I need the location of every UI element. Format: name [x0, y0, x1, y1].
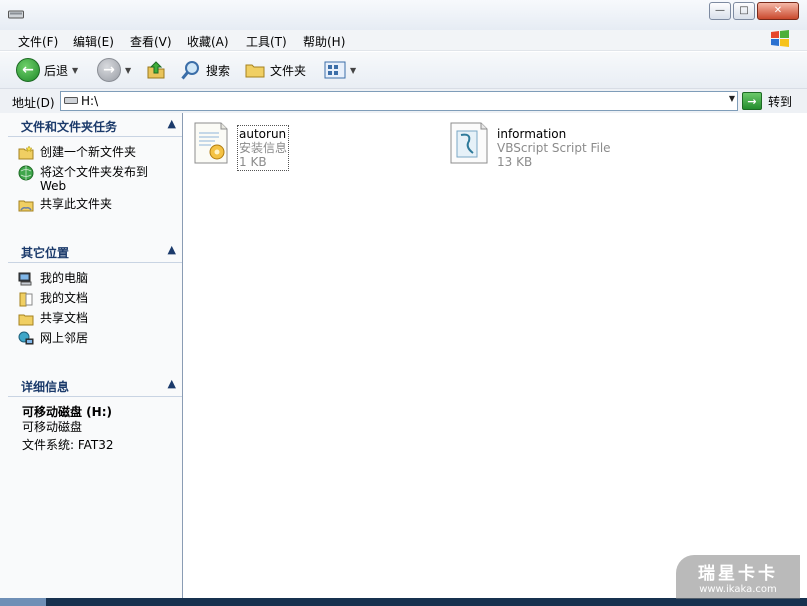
explorer-window: — □ ✕ 文件(F) 编辑(E) 查看(V) 收藏(A) 工具(T) 帮助(H… — [0, 0, 807, 598]
search-button[interactable]: 搜索 — [180, 58, 230, 82]
removable-drive-icon — [64, 97, 78, 104]
chevron-up-icon[interactable]: ▲ — [168, 117, 176, 130]
other-places-title: 其它位置 — [21, 246, 70, 260]
other-places-header[interactable]: 其它位置 ▲ — [8, 240, 182, 263]
vbscript-file-icon — [450, 122, 488, 164]
file-type: VBScript Script File — [497, 141, 611, 155]
task-new-folder[interactable]: 创建一个新文件夹 — [18, 145, 160, 161]
chevron-up-icon[interactable]: ▲ — [168, 377, 176, 390]
my-computer-icon — [18, 272, 32, 286]
details-drive-name: 可移动磁盘 (H:) — [22, 405, 112, 419]
place-label: 共享文档 — [40, 311, 89, 325]
close-button[interactable]: ✕ — [757, 2, 799, 20]
task-label: 共享此文件夹 — [40, 197, 113, 211]
back-arrow-icon: ← — [16, 58, 40, 82]
shared-documents-icon — [18, 314, 34, 326]
window-controls: — □ ✕ — [709, 2, 799, 20]
removable-drive-icon — [8, 10, 24, 19]
search-icon — [181, 61, 199, 80]
menu-bar: 文件(F) 编辑(E) 查看(V) 收藏(A) 工具(T) 帮助(H) — [0, 30, 807, 51]
file-tasks-header[interactable]: 文件和文件夹任务 ▲ — [8, 114, 182, 137]
menu-view[interactable]: 查看(V) — [130, 33, 172, 50]
task-label: 将这个文件夹发布到 Web — [40, 165, 149, 193]
file-size: 13 KB — [497, 155, 533, 169]
file-type: 安装信息 — [239, 141, 288, 155]
details-file-system: 文件系统: FAT32 — [22, 438, 114, 452]
place-label: 我的电脑 — [40, 271, 89, 285]
menu-file[interactable]: 文件(F) — [18, 33, 58, 50]
file-size: 1 KB — [239, 155, 267, 169]
task-pane: 文件和文件夹任务 ▲ 创建一个新文件夹 将这个文件夹发布到 Web 共享此文件夹… — [0, 113, 183, 598]
menu-tools[interactable]: 工具(T) — [246, 33, 287, 50]
taskbar-tab[interactable] — [0, 598, 46, 606]
place-shared-documents[interactable]: 共享文档 — [18, 311, 160, 327]
search-label: 搜索 — [206, 63, 231, 78]
address-label: 地址(D) — [12, 96, 55, 110]
menu-edit[interactable]: 编辑(E) — [73, 33, 114, 50]
place-my-computer[interactable]: 我的电脑 — [18, 271, 160, 287]
task-share-folder[interactable]: 共享此文件夹 — [18, 197, 160, 213]
folder-up-icon — [147, 61, 165, 79]
file-tasks-title: 文件和文件夹任务 — [21, 120, 118, 134]
go-arrow-icon: → — [742, 92, 762, 110]
back-label: 后退 — [44, 63, 69, 78]
place-label: 网上邻居 — [40, 331, 89, 345]
file-item-information[interactable]: information VBScript Script File 13 KB — [447, 119, 611, 169]
watermark-url: www.ikaka.com — [699, 584, 777, 595]
file-name: information — [497, 127, 567, 141]
chevron-down-icon[interactable]: ▼ — [72, 66, 78, 75]
views-grid-icon — [324, 61, 346, 79]
views-button[interactable]: ▼ — [324, 58, 356, 82]
go-label: 转到 — [768, 94, 793, 109]
file-tasks-section: 文件和文件夹任务 ▲ 创建一个新文件夹 将这个文件夹发布到 Web 共享此文件夹 — [8, 114, 182, 234]
toolbar: ← 后退 ▼ → ▼ 搜索 文件夹 ▼ — [0, 52, 807, 89]
forward-button[interactable]: → ▼ — [97, 58, 131, 82]
setup-info-file-icon — [194, 122, 228, 164]
place-my-documents[interactable]: 我的文档 — [18, 291, 160, 307]
desktop-taskbar-strip — [0, 598, 807, 606]
chevron-up-icon[interactable]: ▲ — [168, 243, 176, 256]
address-value: H:\ — [81, 94, 99, 108]
chevron-down-icon[interactable]: ▼ — [350, 66, 356, 75]
chevron-down-icon[interactable]: ▼ — [125, 66, 131, 75]
file-label-autorun: autorun 安装信息 1 KB — [236, 125, 290, 171]
file-label-information: information VBScript Script File 13 KB — [497, 127, 611, 169]
chevron-down-icon[interactable]: ▼ — [729, 94, 735, 103]
other-places-section: 其它位置 ▲ 我的电脑 我的文档 共享文档 网上邻居 — [8, 240, 182, 370]
network-places-icon — [18, 331, 34, 345]
details-header[interactable]: 详细信息 ▲ — [8, 374, 182, 397]
file-list-pane[interactable]: autorun 安装信息 1 KB information VBScript S… — [183, 113, 807, 598]
watermark: 瑞星卡卡 www.ikaka.com — [676, 555, 800, 599]
maximize-button[interactable]: □ — [733, 2, 755, 20]
address-bar: 地址(D) H:\ ▼ → 转到 — [0, 89, 807, 114]
folders-button[interactable]: 文件夹 — [244, 58, 306, 82]
place-label: 我的文档 — [40, 291, 89, 305]
menu-help[interactable]: 帮助(H) — [303, 33, 345, 50]
title-bar[interactable]: — □ ✕ — [0, 0, 807, 31]
details-section: 详细信息 ▲ 可移动磁盘 (H:) 可移动磁盘 文件系统: FAT32 — [8, 374, 182, 484]
up-button[interactable] — [145, 58, 167, 82]
share-folder-icon — [18, 200, 34, 212]
file-item-autorun[interactable]: autorun 安装信息 1 KB — [189, 119, 290, 171]
place-network[interactable]: 网上邻居 — [18, 331, 160, 347]
go-button[interactable]: → 转到 — [742, 92, 792, 110]
details-title: 详细信息 — [21, 380, 70, 394]
windows-logo-icon — [771, 30, 789, 47]
file-name: autorun — [239, 127, 287, 141]
task-publish-web[interactable]: 将这个文件夹发布到 Web — [18, 165, 160, 193]
folder-icon — [245, 64, 265, 78]
my-documents-icon — [19, 292, 33, 307]
folders-label: 文件夹 — [270, 63, 307, 78]
forward-arrow-icon: → — [97, 58, 121, 82]
watermark-title: 瑞星卡卡 — [698, 564, 778, 584]
details-drive-type: 可移动磁盘 — [22, 420, 83, 434]
address-input[interactable]: H:\ ▼ — [60, 91, 738, 111]
minimize-button[interactable]: — — [709, 2, 731, 20]
back-button[interactable]: ← 后退 ▼ — [16, 58, 78, 82]
menu-favorites[interactable]: 收藏(A) — [187, 33, 229, 50]
task-label: 创建一个新文件夹 — [40, 145, 137, 159]
publish-web-icon — [18, 165, 34, 181]
new-folder-icon — [18, 145, 34, 160]
